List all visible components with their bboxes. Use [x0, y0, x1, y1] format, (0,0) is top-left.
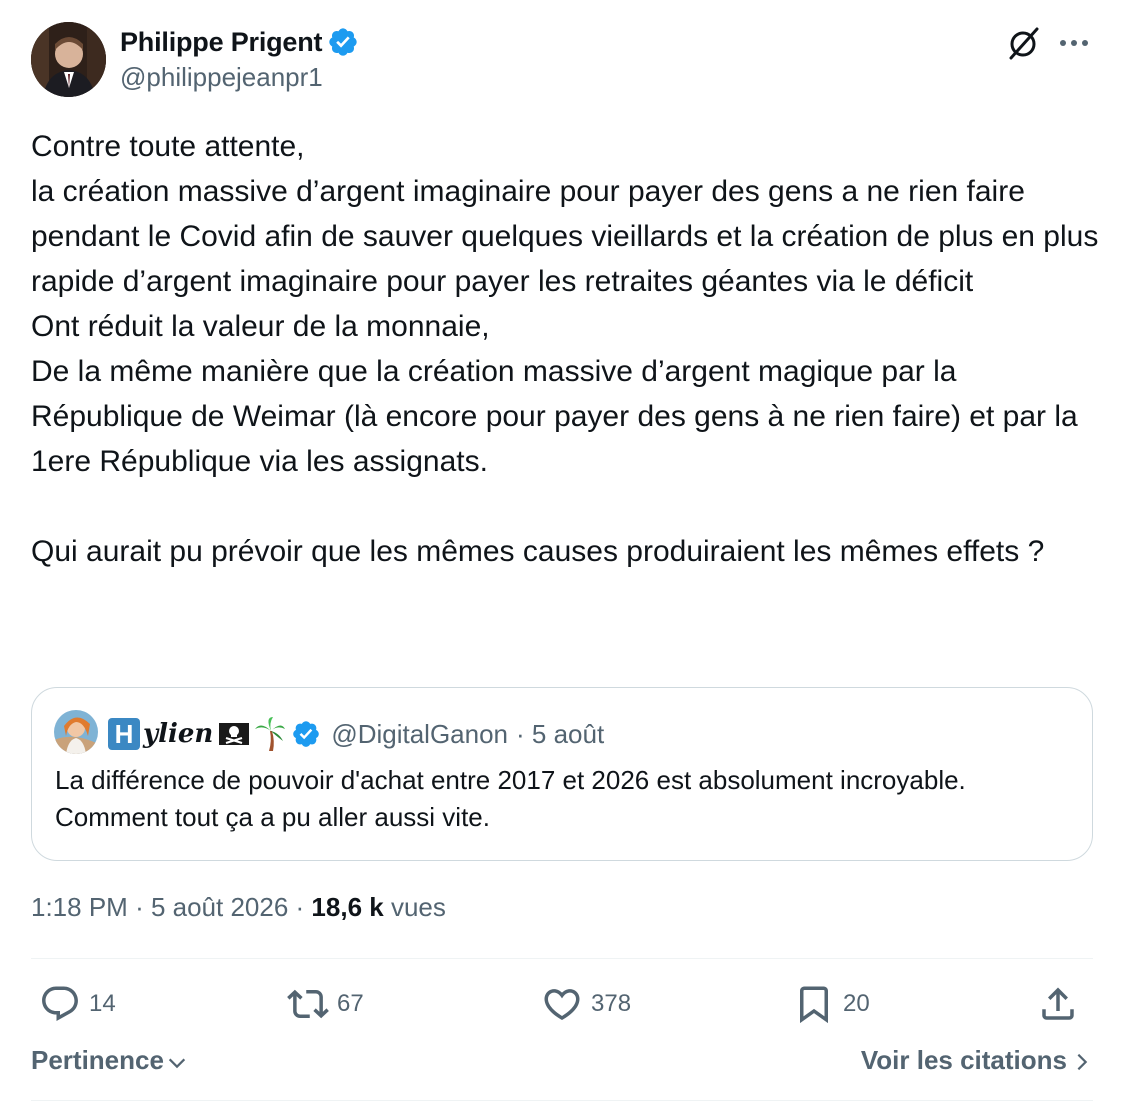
divider [31, 958, 1093, 959]
like-count: 378 [591, 990, 632, 1017]
chevron-right-icon [1077, 1053, 1088, 1071]
reply-icon [42, 986, 78, 1021]
chevron-down-icon [168, 1058, 186, 1068]
repost-count: 67 [337, 990, 364, 1017]
divider [31, 1100, 1093, 1101]
view-quotes-label: Voir les citations [860, 1045, 1067, 1075]
views-label: vues [390, 892, 446, 922]
quote-avatar[interactable] [54, 710, 98, 754]
sort-dropdown[interactable]: Pertinence [31, 1045, 188, 1076]
reply-count: 14 [89, 990, 116, 1017]
tweet-date[interactable]: · 5 août 2026 · [135, 892, 304, 922]
palm-tree-icon [255, 717, 286, 751]
quote-text: La différence de pouvoir d'achat entre 2… [55, 765, 966, 832]
repost-icon [287, 989, 329, 1019]
more-icon[interactable] [1057, 28, 1091, 58]
h-letter-badge: H [108, 718, 140, 750]
share-button[interactable] [1037, 980, 1087, 1028]
replies-toolbar: Pertinence Voir les citations [31, 1045, 1093, 1085]
avatar[interactable] [31, 22, 106, 97]
view-quotes-link[interactable]: Voir les citations [861, 1045, 1093, 1076]
like-icon [544, 989, 580, 1021]
sort-label: Pertinence [31, 1045, 164, 1075]
bookmark-button[interactable]: 20 [793, 980, 870, 1028]
views-count: 18,6 k [311, 892, 384, 922]
repost-button[interactable]: 67 [287, 980, 364, 1028]
tweet-text: Contre toute attente, la création massiv… [31, 130, 1099, 568]
author-handle[interactable]: @philippejeanpr1 [120, 62, 359, 93]
like-button[interactable]: 378 [541, 980, 631, 1028]
quote-name-text: ylien [143, 719, 214, 749]
tweet-time[interactable]: 1:18 PM [31, 892, 128, 922]
action-bar: 14 67 378 20 [31, 980, 1093, 1030]
share-icon [1042, 987, 1074, 1020]
author-display-name[interactable]: Philippe Prigent [120, 27, 323, 58]
quoted-tweet[interactable]: H ylien @DigitalGanon · 5 août La différ… [31, 687, 1093, 861]
reply-button[interactable]: 14 [39, 980, 116, 1028]
quote-date[interactable]: · 5 août [516, 719, 604, 750]
pirate-flag-icon [219, 721, 250, 747]
verified-icon [329, 28, 357, 56]
verified-icon [293, 721, 320, 747]
bookmark-icon [800, 986, 828, 1024]
quote-display-name[interactable]: H ylien [108, 718, 213, 750]
tweet-header: Philippe Prigent @philippejeanpr1 [31, 22, 1093, 100]
tweet-meta: 1:18 PM · 5 août 2026 · 18,6 k vues [31, 892, 446, 923]
quote-handle[interactable]: @DigitalGanon [331, 719, 508, 750]
grok-icon[interactable] [1005, 24, 1043, 62]
bookmark-count: 20 [843, 990, 870, 1017]
